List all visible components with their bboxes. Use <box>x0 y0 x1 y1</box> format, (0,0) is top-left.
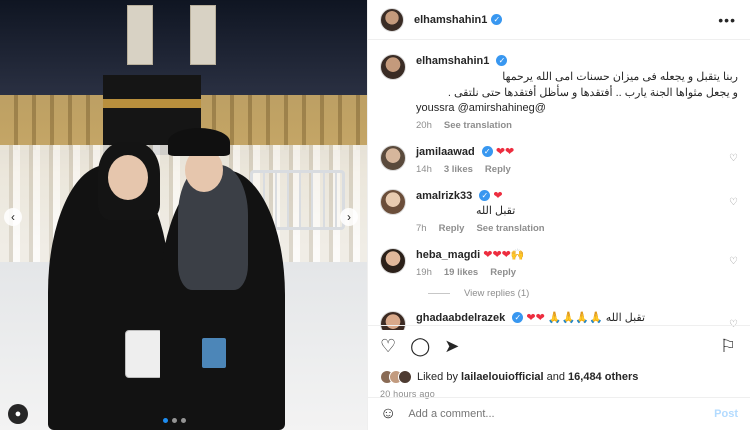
reply-button[interactable]: Reply <box>490 267 516 278</box>
handbag <box>125 330 163 378</box>
likes-mid: and <box>543 371 569 383</box>
like-comment-heart-icon[interactable]: ♡ <box>729 256 738 267</box>
share-paper-plane-icon[interactable]: ➤ <box>444 336 459 357</box>
carousel-dot <box>172 418 177 423</box>
avatar[interactable] <box>380 7 404 32</box>
see-translation-link[interactable]: See translation <box>476 223 544 234</box>
minaret <box>190 5 216 65</box>
likes-summary[interactable]: Liked by lailaelouiofficial and 16,484 o… <box>380 370 736 384</box>
replies-divider <box>428 293 450 294</box>
kaaba-band <box>103 99 201 108</box>
save-bookmark-icon[interactable]: ⚐ <box>720 336 736 357</box>
comment-text: ❤ <box>493 190 503 202</box>
caption-text-line2: و يجعل مثواها الجنة يارب .. أفتقدها و سأ… <box>447 87 738 99</box>
post-username[interactable]: elhamshahin1 <box>414 14 487 26</box>
post-header: elhamshahin1 ✓ ••• <box>368 0 750 40</box>
caption: elhamshahin1 ✓ ربنا يتقبل و يجعله فى ميز… <box>380 54 738 131</box>
more-options-icon[interactable]: ••• <box>718 12 736 28</box>
emoji-smiley-icon[interactable]: ☺ <box>380 405 396 423</box>
add-comment-bar: ☺ Post <box>368 397 750 430</box>
comment-time: 7h <box>416 223 427 234</box>
previous-photo-button[interactable]: ‹ <box>4 208 22 226</box>
comment-arabic-text: تقبل الله <box>605 312 646 324</box>
comment-likes[interactable]: 19 likes <box>444 267 478 278</box>
liker-username[interactable]: lailaelouiofficial <box>461 371 544 383</box>
view-replies-label[interactable]: View replies (1) <box>464 288 529 299</box>
comment-arabic-text: تقبل الله <box>476 205 516 217</box>
face-left <box>108 155 148 200</box>
comment-time: 14h <box>416 164 432 175</box>
like-comment-heart-icon[interactable]: ♡ <box>729 197 738 208</box>
person-icon[interactable]: ● <box>8 404 28 424</box>
like-heart-icon[interactable]: ♡ <box>380 336 396 357</box>
verified-badge-icon: ✓ <box>512 312 524 323</box>
carousel-dot <box>163 418 168 423</box>
caption-body: elhamshahin1 ✓ ربنا يتقبل و يجعله فى ميز… <box>416 54 738 131</box>
comment-text: ❤❤ <box>495 146 515 158</box>
likes-prefix: Liked by <box>417 371 462 383</box>
reply-button[interactable]: Reply <box>485 164 511 175</box>
comment-row: heba_magdi ❤❤❤🙌 19h 19 likes Reply ♡ <box>380 248 738 278</box>
caption-username[interactable]: elhamshahin1 <box>416 55 489 67</box>
avatar[interactable] <box>380 54 406 80</box>
carousel-dot <box>181 418 186 423</box>
post-actions: ♡ ◯ ➤ ⚐ Liked by lailaelouiofficial and … <box>368 325 750 399</box>
comment-text: ❤❤❤🙌 <box>483 249 525 261</box>
comment-bubble-icon[interactable]: ◯ <box>410 336 430 357</box>
carousel-indicator <box>163 418 186 423</box>
comments-list: elhamshahin1 ✓ ربنا يتقبل و يجعله فى ميز… <box>368 40 750 330</box>
avatar[interactable] <box>380 145 406 171</box>
comment-username[interactable]: jamilaawad <box>416 146 475 158</box>
verified-badge-icon: ✓ <box>481 146 493 157</box>
comment-username[interactable]: heba_magdi <box>416 249 480 261</box>
see-translation-link[interactable]: See translation <box>444 120 512 131</box>
view-replies-link[interactable]: View replies (1) <box>428 288 738 299</box>
minaret <box>127 5 153 65</box>
add-comment-input[interactable] <box>408 408 715 420</box>
caption-time: 20h <box>416 120 432 131</box>
caption-text-line1: ربنا يتقبل و يجعله فى ميزان حسنات امى ال… <box>502 71 738 83</box>
comment-text: ❤❤ 🙏🙏🙏🙏 <box>526 312 603 324</box>
next-photo-button[interactable]: › <box>340 208 358 226</box>
post-details-panel: elhamshahin1 ✓ ••• elhamshahin1 ✓ ربنا ي… <box>367 0 750 430</box>
post-photo[interactable]: ‹ › ● <box>0 0 367 430</box>
comment-username[interactable]: ghadaabdelrazek <box>416 312 505 324</box>
comment-row: jamilaawad ✓ ❤❤ 14h 3 likes Reply ♡ <box>380 145 738 175</box>
reply-button[interactable]: Reply <box>439 223 465 234</box>
avatar[interactable] <box>380 248 406 274</box>
comment-row: amalrizk33 ✓ ❤ تقبل الله 7h Reply See tr… <box>380 189 738 234</box>
verified-badge-icon: ✓ <box>491 14 503 25</box>
verified-badge-icon: ✓ <box>479 190 491 201</box>
liker-avatar <box>398 370 412 384</box>
verified-badge-icon: ✓ <box>496 55 508 66</box>
post-comment-button[interactable]: Post <box>714 408 738 420</box>
comment-likes[interactable]: 3 likes <box>444 164 473 175</box>
like-comment-heart-icon[interactable]: ♡ <box>729 153 738 164</box>
cap-right <box>168 128 230 156</box>
comment-time: 19h <box>416 267 432 278</box>
avatar[interactable] <box>380 189 406 215</box>
passport <box>202 338 226 368</box>
comment-username[interactable]: amalrizk33 <box>416 190 472 202</box>
instagram-post-view: ‹ › ● elhamshahin1 ✓ ••• elhamshahin1 ✓ … <box>0 0 750 430</box>
caption-tag[interactable]: youssra @amirshahineg@ <box>416 101 738 116</box>
likes-others[interactable]: 16,484 others <box>568 371 638 383</box>
